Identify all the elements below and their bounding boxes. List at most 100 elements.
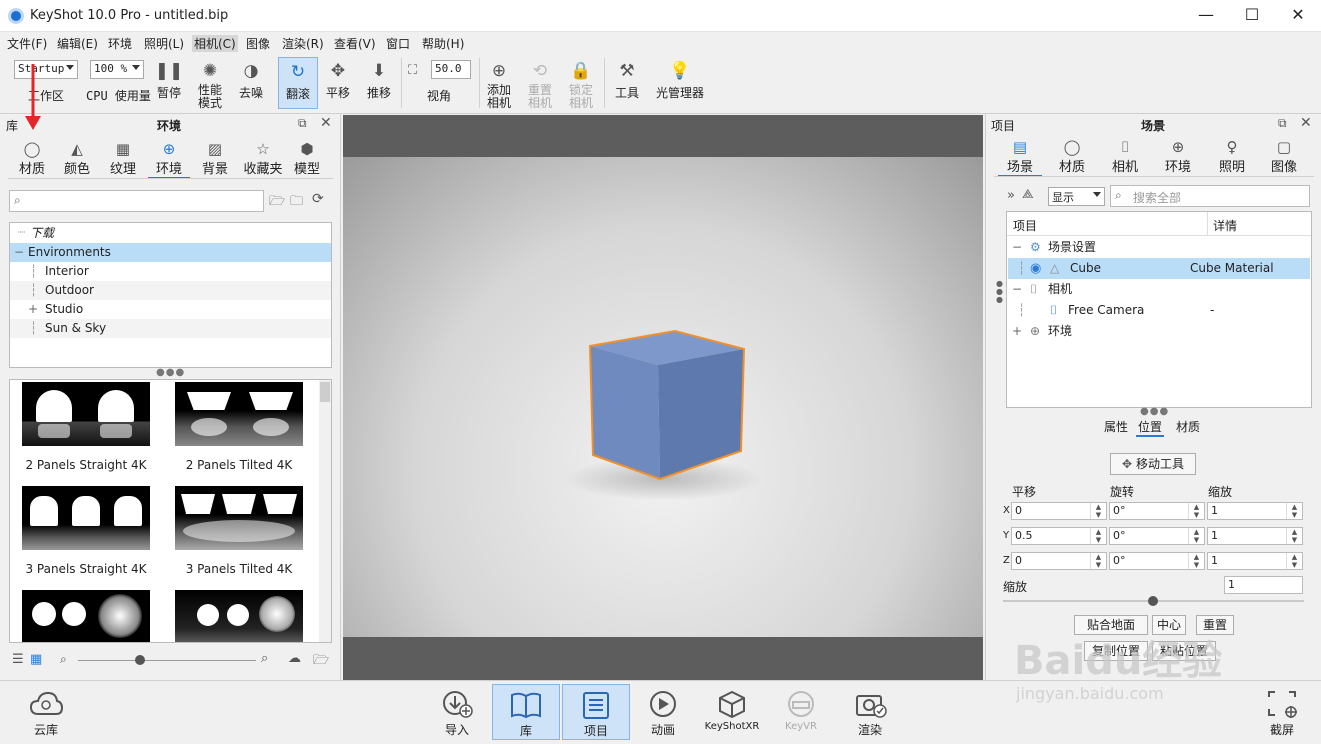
translate-y-field[interactable]: 0.5 ▲ ▼	[1011, 527, 1107, 545]
tab-lighting[interactable]: ♀ 照明	[1210, 138, 1254, 175]
translate-x-field[interactable]: 0 ▲ ▼	[1011, 502, 1107, 520]
folder-icon[interactable]: 🗁	[269, 192, 285, 214]
thumb-spotlights[interactable]	[22, 590, 150, 642]
scale-z-field[interactable]: 1 ▲ ▼	[1207, 552, 1303, 570]
scrollbar[interactable]	[319, 380, 331, 642]
tree-row-environment[interactable]: + ⊕ 环境	[1008, 321, 1310, 342]
close-panel-icon[interactable]: ✕	[320, 115, 332, 131]
spinner-icon[interactable]: ▲ ▼	[1286, 503, 1302, 519]
menu-edit[interactable]: 编辑(E)	[57, 35, 98, 52]
tab-backplates[interactable]: ▨ 背景	[194, 140, 236, 177]
rotate-z-field[interactable]: 0° ▲ ▼	[1109, 552, 1205, 570]
subtab-position[interactable]: 位置	[1136, 418, 1165, 437]
rotate-x-field[interactable]: 0° ▲ ▼	[1109, 502, 1205, 520]
tree-row-cube[interactable]: ┆ ◉ △ Cube Cube Material	[1008, 258, 1310, 279]
spinner-icon[interactable]: ▲ ▼	[1286, 553, 1302, 569]
spinner-icon[interactable]: ▲ ▼	[1286, 528, 1302, 544]
add-camera-button[interactable]: ⊕ 添加 相机	[484, 60, 514, 110]
thumb-3-panels-straight[interactable]	[22, 486, 150, 550]
tumble-button[interactable]: ↻ 翻滚	[278, 57, 318, 109]
tab-materials[interactable]: ◯ 材质	[11, 140, 53, 177]
tab-scene[interactable]: ▤ 场景	[998, 138, 1042, 177]
menu-lighting[interactable]: 照明(L)	[144, 35, 184, 52]
lock-camera-button[interactable]: 🔒 锁定 相机	[566, 60, 596, 110]
tab-textures[interactable]: ▦ 纹理	[102, 140, 144, 177]
menu-file[interactable]: 文件(F)	[7, 35, 47, 52]
tab-favorites[interactable]: ☆ 收藏夹	[240, 140, 286, 177]
undock-icon[interactable]: ⧉	[1278, 116, 1287, 131]
tools-button[interactable]: ⚒ 工具	[612, 60, 642, 101]
cube-model[interactable]	[583, 325, 753, 485]
menu-image[interactable]: 图像	[246, 35, 270, 52]
close-panel-icon[interactable]: ✕	[1300, 115, 1312, 131]
rotate-y-field[interactable]: 0° ▲ ▼	[1109, 527, 1205, 545]
tab-materials[interactable]: ◯ 材质	[1050, 138, 1094, 175]
menu-help[interactable]: 帮助(H)	[422, 35, 464, 52]
spinner-icon[interactable]: ▲ ▼	[1090, 553, 1106, 569]
scale-y-field[interactable]: 1 ▲ ▼	[1207, 527, 1303, 545]
tab-environment[interactable]: ⊕ 环境	[1156, 138, 1200, 175]
thumb-spotlights-floor[interactable]	[175, 590, 303, 642]
subtab-properties[interactable]: 属性	[1104, 418, 1128, 435]
translate-z-field[interactable]: 0 ▲ ▼	[1011, 552, 1107, 570]
menu-camera[interactable]: 相机(C)	[192, 35, 238, 52]
spinner-icon[interactable]: ▲ ▼	[1188, 553, 1204, 569]
library-toggle-button[interactable]: 库	[492, 684, 560, 740]
expand-all-icon[interactable]: »	[1007, 188, 1015, 203]
display-dropdown[interactable]: 显示	[1048, 187, 1105, 206]
minimize-button[interactable]: —	[1183, 0, 1229, 32]
thumb-2-panels-tilted[interactable]	[175, 382, 303, 446]
reset-camera-button[interactable]: ⟲ 重置 相机	[525, 60, 555, 110]
splitter-handle[interactable]: ●●●	[156, 367, 185, 378]
tree-row-free-camera[interactable]: ┆ ⌷ Free Camera -	[1008, 300, 1310, 321]
screenshot-button[interactable]: 截屏	[1252, 687, 1312, 738]
thumb-3-panels-tilted[interactable]	[175, 486, 303, 550]
denoise-button[interactable]: ◑ 去噪	[236, 60, 266, 101]
thumbnail-size-slider[interactable]	[78, 660, 256, 661]
folder-add-icon[interactable]: 🗀	[290, 192, 303, 214]
list-view-icon[interactable]: ☰	[12, 652, 24, 667]
tree-item-outdoor[interactable]: ┆ Outdoor	[10, 281, 331, 300]
expand-icon[interactable]: +	[28, 300, 38, 319]
import-button[interactable]: 导入	[427, 687, 487, 738]
scale-x-field[interactable]: 1 ▲ ▼	[1207, 502, 1303, 520]
spinner-icon[interactable]: ▲ ▼	[1090, 503, 1106, 519]
cloud-library-button[interactable]: 云库	[16, 687, 76, 738]
tree-item-environments[interactable]: − Environments	[10, 243, 331, 262]
column-header-detail[interactable]: 详情	[1213, 217, 1237, 234]
tree-item-interior[interactable]: ┆ Interior	[10, 262, 331, 281]
field-of-view-input[interactable]: 50.0	[431, 60, 471, 79]
move-tool-button[interactable]: ✥ 移动工具	[1110, 453, 1196, 475]
keyvr-button[interactable]: KeyVR	[771, 687, 831, 732]
tree-item-downloads[interactable]: ┈ 下载	[10, 224, 331, 243]
thumb-2-panels-straight[interactable]	[22, 382, 150, 446]
render-viewport[interactable]	[343, 115, 983, 680]
tab-camera[interactable]: ⌷ 相机	[1103, 138, 1147, 175]
tab-colors[interactable]: ◭ 颜色	[56, 140, 98, 177]
tree-item-studio[interactable]: + Studio	[10, 300, 331, 319]
splitter-handle[interactable]: ●●●	[1140, 406, 1169, 417]
spinner-icon[interactable]: ▲ ▼	[1090, 528, 1106, 544]
scrollbar-thumb[interactable]	[320, 382, 330, 402]
cpu-usage-dropdown[interactable]: 100 %	[90, 60, 144, 79]
menu-view[interactable]: 查看(V)	[334, 35, 376, 52]
side-splitter-handle[interactable]: ● ● ●	[996, 280, 1003, 304]
keyshotxr-button[interactable]: KeyShotXR	[700, 687, 764, 732]
spinner-icon[interactable]: ▲ ▼	[1188, 528, 1204, 544]
menu-render[interactable]: 渲染(R)	[282, 35, 324, 52]
animation-button[interactable]: 动画	[633, 687, 693, 738]
pan-button[interactable]: ✥ 平移	[324, 60, 352, 101]
project-search-input[interactable]: ⌕ 搜索全部	[1110, 185, 1310, 207]
maximize-button[interactable]: ☐	[1229, 0, 1275, 32]
zoom-in-icon[interactable]: ⌕	[261, 651, 268, 666]
dolly-button[interactable]: ⬇ 推移	[364, 60, 394, 101]
grid-view-icon[interactable]: ▦	[30, 652, 42, 667]
slider-thumb[interactable]	[135, 655, 145, 665]
refresh-icon[interactable]: ⟳	[312, 191, 324, 207]
menu-environment[interactable]: 环境	[108, 35, 132, 52]
tab-image[interactable]: ▢ 图像	[1262, 138, 1306, 175]
cloud-upload-icon[interactable]: ☁	[288, 651, 301, 666]
tree-row-scene-settings[interactable]: − ⚙ 场景设置	[1008, 237, 1310, 258]
render-button[interactable]: 渲染	[840, 687, 900, 738]
menu-window[interactable]: 窗口	[386, 35, 410, 52]
